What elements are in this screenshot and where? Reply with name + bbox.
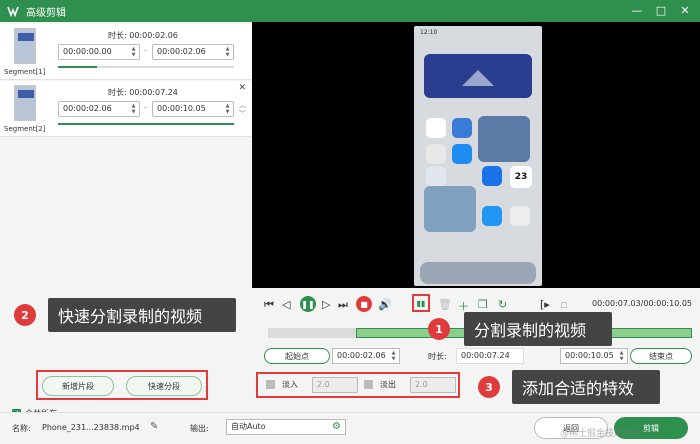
edit-name-icon[interactable]: ✎ <box>150 421 158 432</box>
playback-timecode: 00:00:07.03/00:00:10.05 <box>592 299 692 308</box>
callout-label: 分割录制的视频 <box>464 312 612 346</box>
callout-badge: 3 <box>478 376 500 398</box>
skip-start-icon[interactable]: ⏮ <box>264 298 274 312</box>
spinner-icon[interactable]: ▲ ▼ <box>224 103 231 115</box>
app-icon <box>426 118 446 138</box>
segment-thumbnail <box>14 28 36 64</box>
app-icon <box>426 144 446 164</box>
fade-in-input[interactable]: 2.0 <box>312 377 358 393</box>
set-end-point-button[interactable]: 结束点 <box>630 348 692 364</box>
photo-widget <box>424 186 476 232</box>
output-select[interactable]: 自动Auto ⚙ <box>226 419 346 435</box>
dock <box>420 262 536 284</box>
segment-duration: 时长: 00:00:02.06 <box>108 31 178 40</box>
segment-item[interactable]: Segment[1] 时长: 00:00:02.06 00:00:00.00 ▲… <box>0 24 252 80</box>
callout-label: 快速分割录制的视频 <box>48 298 236 332</box>
new-segment-button[interactable]: 新增片段 <box>42 376 114 396</box>
status-time: 12:10 <box>420 29 438 36</box>
watermark: @稀土掘金技术社区 <box>560 429 642 439</box>
callout-badge: 1 <box>428 318 450 340</box>
file-name: Phone_231...23838.mp4 <box>42 423 140 432</box>
photo-widget <box>478 116 530 162</box>
wallpaper-widget <box>424 54 532 98</box>
segment-panel: Segment[1] 时长: 00:00:02.06 00:00:00.00 ▲… <box>0 22 252 418</box>
duration-label: 时长: <box>428 352 447 361</box>
stop-icon[interactable]: ■ <box>356 296 372 312</box>
reorder-icon[interactable]: ︿ ﹀ <box>239 101 246 119</box>
app-icon <box>510 206 530 226</box>
video-preview[interactable]: 12:10 23 <box>252 22 700 288</box>
delete-icon[interactable]: 🗑 <box>438 298 452 311</box>
app-icon <box>482 166 502 186</box>
app-icon <box>452 118 472 138</box>
pause-icon[interactable]: ❚❚ <box>300 296 316 312</box>
step-back-icon[interactable]: ◁ <box>282 298 290 311</box>
fade-out-label: 淡出 <box>380 380 396 389</box>
close-window-icon[interactable]: ✕ <box>678 3 692 17</box>
set-start-point-button[interactable]: 起始点 <box>264 348 330 364</box>
calendar-app-icon: 23 <box>510 166 532 188</box>
fade-out-checkbox[interactable] <box>364 380 373 389</box>
minimize-icon[interactable]: — <box>630 3 644 17</box>
fade-in-label: 淡入 <box>282 380 298 389</box>
phone-screen-frame: 12:10 23 <box>414 26 542 286</box>
title-bar: 高级剪辑 — □ ✕ <box>0 0 700 22</box>
mark-out-icon[interactable]: ▫ <box>560 298 567 311</box>
copy-icon[interactable]: ❐ <box>478 298 488 311</box>
segment-duration: 时长: 00:00:07.24 <box>108 88 178 97</box>
maximize-icon[interactable]: □ <box>654 3 668 17</box>
app-icon <box>452 144 472 164</box>
quick-split-button[interactable]: 快速分段 <box>126 376 202 396</box>
mark-in-icon[interactable]: [▸ <box>540 298 550 311</box>
window-title: 高级剪辑 <box>26 7 66 19</box>
gear-icon[interactable]: ⚙ <box>332 420 341 434</box>
segment-buttons-group: 新增片段 快速分段 <box>36 370 208 400</box>
app-icon <box>482 206 502 226</box>
segment-thumbnail <box>14 85 36 121</box>
segment-start-input[interactable]: 00:00:02.06 ▲ ▼ <box>58 101 140 117</box>
app-logo-icon <box>6 4 20 18</box>
segment-end-input[interactable]: 00:00:02.06 ▲ ▼ <box>152 44 234 60</box>
output-label: 输出: <box>190 424 209 433</box>
spinner-icon[interactable]: ▲ ▼ <box>130 46 137 58</box>
spinner-icon[interactable]: ▲ ▼ <box>390 350 397 362</box>
segment-progress <box>58 123 234 125</box>
skip-end-icon[interactable]: ⏭ <box>338 298 348 312</box>
segment-progress <box>58 66 234 68</box>
callout-label: 添加合适的特效 <box>512 370 660 404</box>
split-marker-icon[interactable]: ▮▮ <box>412 294 430 312</box>
segment-item[interactable]: Segment[2] 时长: 00:00:07.24 00:00:02.06 ▲… <box>0 81 252 137</box>
end-point-input[interactable]: 00:00:10.05 ▲ ▼ <box>560 348 628 364</box>
segment-label: Segment[2] <box>4 125 46 133</box>
fade-in-checkbox[interactable] <box>266 380 275 389</box>
effects-group: 淡入 2.0 淡出 2.0 <box>256 372 460 398</box>
segment-label: Segment[1] <box>4 68 46 76</box>
fade-out-input[interactable]: 2.0 <box>410 377 456 393</box>
callout-badge: 2 <box>14 304 36 326</box>
volume-icon[interactable]: 🔊 <box>378 298 392 311</box>
name-label: 名称: <box>12 424 31 433</box>
duration-value: 00:00:07.24 <box>456 348 524 364</box>
start-point-input[interactable]: 00:00:02.06 ▲ ▼ <box>332 348 400 364</box>
refresh-icon[interactable]: ↻ <box>498 298 507 311</box>
spinner-icon[interactable]: ▲ ▼ <box>130 103 137 115</box>
segment-start-input[interactable]: 00:00:00.00 ▲ ▼ <box>58 44 140 60</box>
close-icon[interactable]: ✕ <box>238 83 246 93</box>
step-forward-icon[interactable]: ▷ <box>322 298 330 311</box>
app-icon <box>426 166 446 186</box>
segment-end-input[interactable]: 00:00:10.05 ▲ ▼ <box>152 101 234 117</box>
points-row: 起始点 00:00:02.06 ▲ ▼ 时长: 00:00:07.24 00:00… <box>264 348 692 364</box>
spinner-icon[interactable]: ▲ ▼ <box>224 46 231 58</box>
spinner-icon[interactable]: ▲ ▼ <box>618 350 625 362</box>
